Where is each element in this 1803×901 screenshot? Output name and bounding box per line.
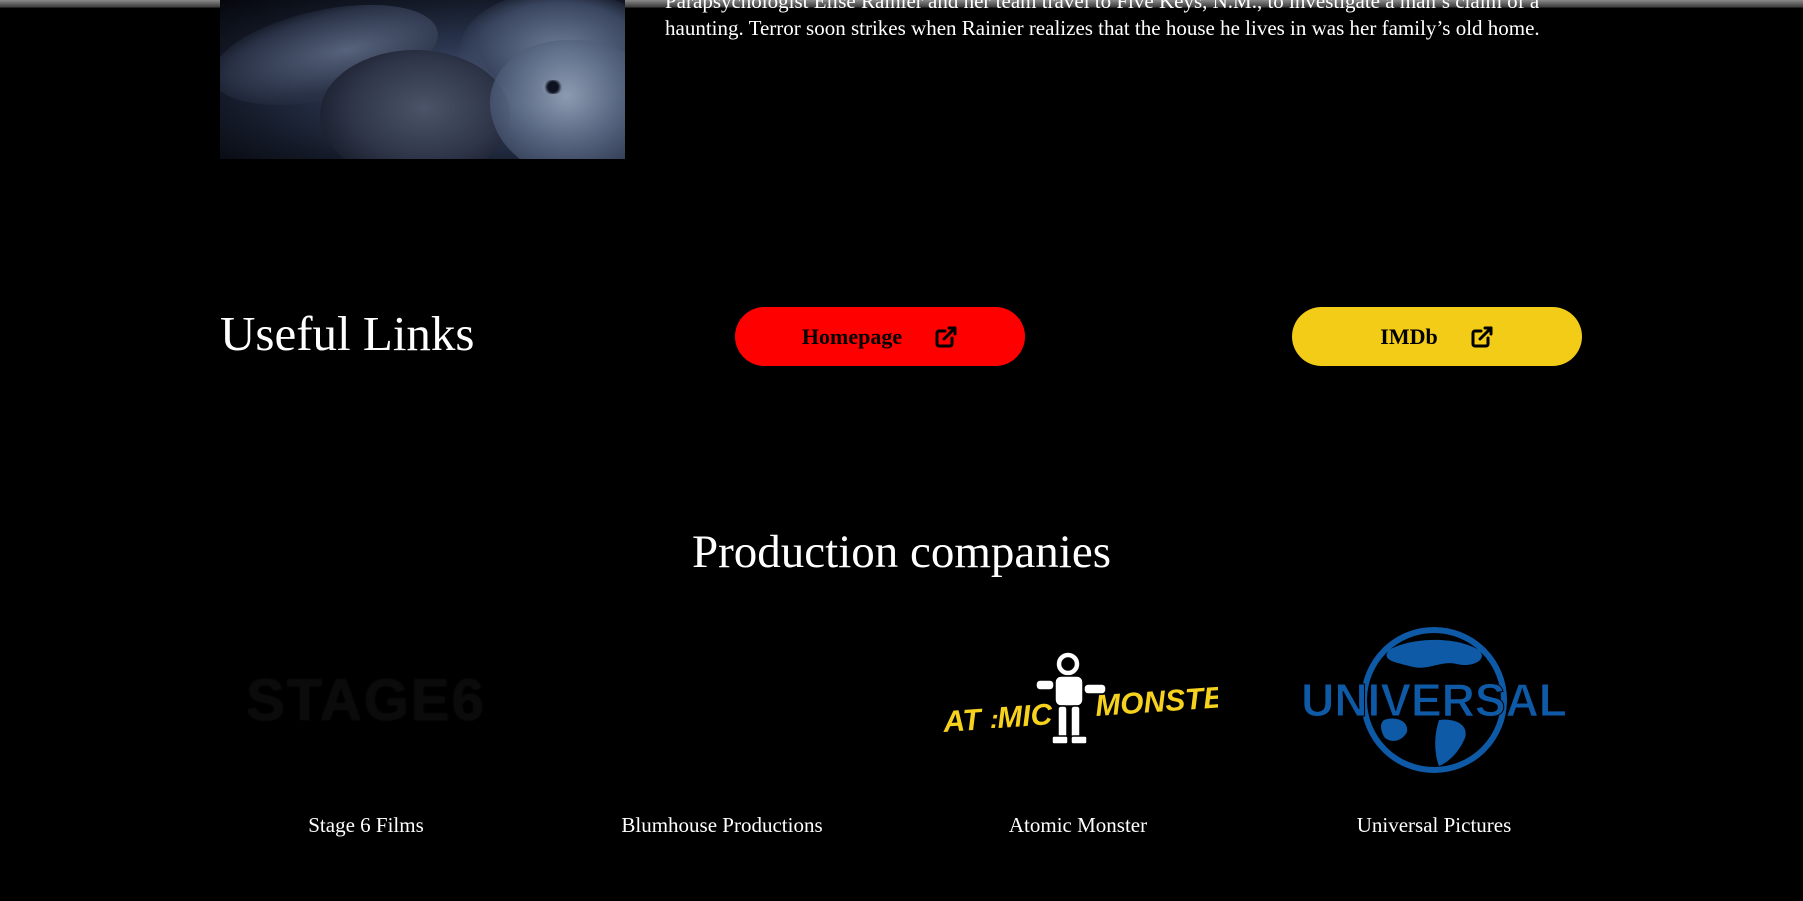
svg-text:AT: AT: [941, 703, 985, 739]
homepage-link-button[interactable]: Homepage: [735, 307, 1025, 366]
company-card: UNIVERSAL Universal Pictures: [1284, 615, 1584, 845]
company-card: Blumhouse Productions: [572, 615, 872, 845]
company-name: Atomic Monster: [1008, 813, 1148, 837]
imdb-link-label: IMDb: [1380, 323, 1438, 349]
synopsis-line: haunting. Terror soon strikes when Raini…: [665, 16, 1540, 40]
svg-text:MIC: MIC: [996, 698, 1054, 735]
svg-text:MONSTER: MONSTER: [1094, 680, 1218, 723]
company-name: Stage 6 Films: [308, 813, 424, 837]
stage6-logo: STAGE6: [246, 667, 486, 733]
universal-logo: UNIVERSAL: [1284, 615, 1584, 785]
homepage-link-label: Homepage: [801, 323, 903, 349]
useful-links-heading: Useful Links: [220, 306, 475, 361]
atomic-monster-logo: AT : MIC MONSTER: [928, 615, 1228, 785]
movie-poster-image: [220, 0, 625, 159]
production-companies-heading: Production companies: [691, 526, 1111, 578]
imdb-link-button[interactable]: IMDb: [1292, 307, 1582, 366]
company-card: STAGE6 Stage 6 Films: [216, 615, 516, 845]
external-link-icon: [934, 325, 958, 349]
company-card: AT : MIC MONSTER Atomic Monster: [928, 615, 1228, 845]
external-link-icon: [1470, 325, 1494, 349]
company-name: Universal Pictures: [1356, 813, 1512, 837]
svg-text:UNIVERSAL: UNIVERSAL: [1301, 674, 1567, 726]
company-name: Blumhouse Productions: [621, 813, 823, 837]
blumhouse-logo: [572, 615, 872, 785]
movie-synopsis: Parapsychologist Elise Rainier and her t…: [665, 0, 1595, 42]
synopsis-line: Parapsychologist Elise Rainier and her t…: [665, 0, 1540, 13]
